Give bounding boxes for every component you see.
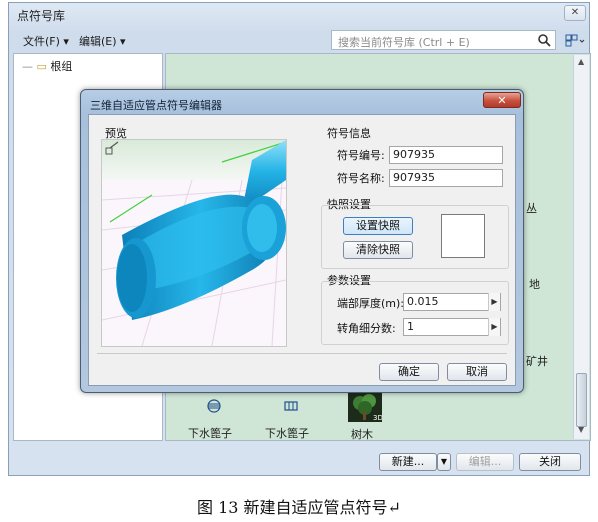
close-button[interactable]: 关闭 bbox=[519, 453, 581, 471]
drain-grate-icon bbox=[284, 401, 298, 411]
search-icon[interactable] bbox=[537, 33, 551, 47]
search-placeholder: 搜索当前符号库 (Ctrl + E) bbox=[338, 36, 470, 49]
scroll-up-icon[interactable]: ▲ bbox=[578, 57, 584, 66]
svg-text:3D: 3D bbox=[373, 414, 382, 422]
scrollbar-thumb[interactable] bbox=[576, 373, 587, 427]
tree-item-root[interactable]: — ▭ 根组 bbox=[22, 58, 72, 74]
symbol-label-partial: 丛 bbox=[526, 202, 537, 215]
code-label: 符号编号: bbox=[337, 149, 385, 162]
menu-edit[interactable]: 编辑(E) ▾ bbox=[79, 33, 126, 49]
segments-field[interactable]: 1 ▶ bbox=[403, 318, 501, 336]
name-label: 符号名称: bbox=[337, 172, 385, 185]
name-field[interactable]: 907935 bbox=[389, 169, 503, 187]
symbol-label-partial: 矿井 bbox=[526, 355, 548, 368]
dialog-body: 预览 符号信息 符号编号: 907935 符号名称: 907935 快照设置 设… bbox=[88, 114, 516, 386]
symbol-label: 树木 bbox=[351, 428, 373, 441]
drain-grate-icon bbox=[207, 399, 221, 413]
symbol-label: 下水篦子 bbox=[188, 427, 232, 440]
segments-dropdown-icon[interactable]: ▶ bbox=[488, 318, 500, 336]
ok-button[interactable]: 确定 bbox=[379, 363, 439, 381]
close-window-button[interactable]: ✕ bbox=[564, 5, 586, 21]
menu-file[interactable]: 文件(F) ▾ bbox=[23, 33, 69, 49]
folder-icon: ▭ bbox=[36, 60, 47, 73]
pipe-preview-3d bbox=[101, 140, 287, 347]
search-input[interactable]: 搜索当前符号库 (Ctrl + E) bbox=[331, 30, 556, 50]
symbol-item[interactable]: 3D 树木 bbox=[341, 392, 391, 442]
thickness-value: 0.015 bbox=[407, 295, 439, 308]
view-mode-icon bbox=[565, 34, 585, 47]
view-mode-button[interactable] bbox=[564, 31, 586, 49]
thickness-field[interactable]: 0.015 ▶ bbox=[403, 293, 501, 311]
symbol-item[interactable]: 下水篦子 bbox=[184, 399, 244, 440]
clear-snapshot-button[interactable]: 清除快照 bbox=[343, 241, 413, 259]
tree-connector: — bbox=[22, 60, 37, 73]
symbol-label-partial: 地 bbox=[529, 278, 540, 291]
tree-icon: 3D bbox=[348, 392, 382, 422]
thickness-dropdown-icon[interactable]: ▶ bbox=[488, 293, 500, 311]
edit-button[interactable]: 编辑... bbox=[456, 453, 514, 471]
info-group-title: 符号信息 bbox=[327, 127, 371, 140]
pipe-symbol-editor-dialog: 三维自适应管点符号编辑器 ✕ 预览 符号信息 符号编号: 907935 符号名称… bbox=[80, 89, 524, 393]
code-field[interactable]: 907935 bbox=[389, 146, 503, 164]
dialog-close-button[interactable]: ✕ bbox=[483, 92, 521, 108]
snapshot-preview bbox=[441, 214, 485, 258]
segments-label: 转角细分数: bbox=[337, 322, 396, 335]
figure-caption: 图 13 新建自适应管点符号↵ bbox=[197, 498, 401, 517]
segments-value: 1 bbox=[407, 320, 414, 333]
thickness-label: 端部厚度(m): bbox=[337, 297, 405, 310]
symbol-item[interactable]: 下水篦子 bbox=[261, 399, 321, 440]
symbol-label: 下水篦子 bbox=[265, 427, 309, 440]
set-snapshot-button[interactable]: 设置快照 bbox=[343, 217, 413, 235]
cancel-button[interactable]: 取消 bbox=[447, 363, 507, 381]
tree-root-label: 根组 bbox=[50, 60, 73, 73]
window-title: 点符号库 bbox=[17, 9, 66, 23]
new-button[interactable]: 新建... bbox=[379, 453, 437, 471]
preview-viewport[interactable] bbox=[101, 139, 287, 347]
dialog-title: 三维自适应管点符号编辑器 bbox=[90, 99, 222, 112]
separator bbox=[97, 353, 507, 354]
new-dropdown-button[interactable]: ▼ bbox=[437, 453, 451, 471]
